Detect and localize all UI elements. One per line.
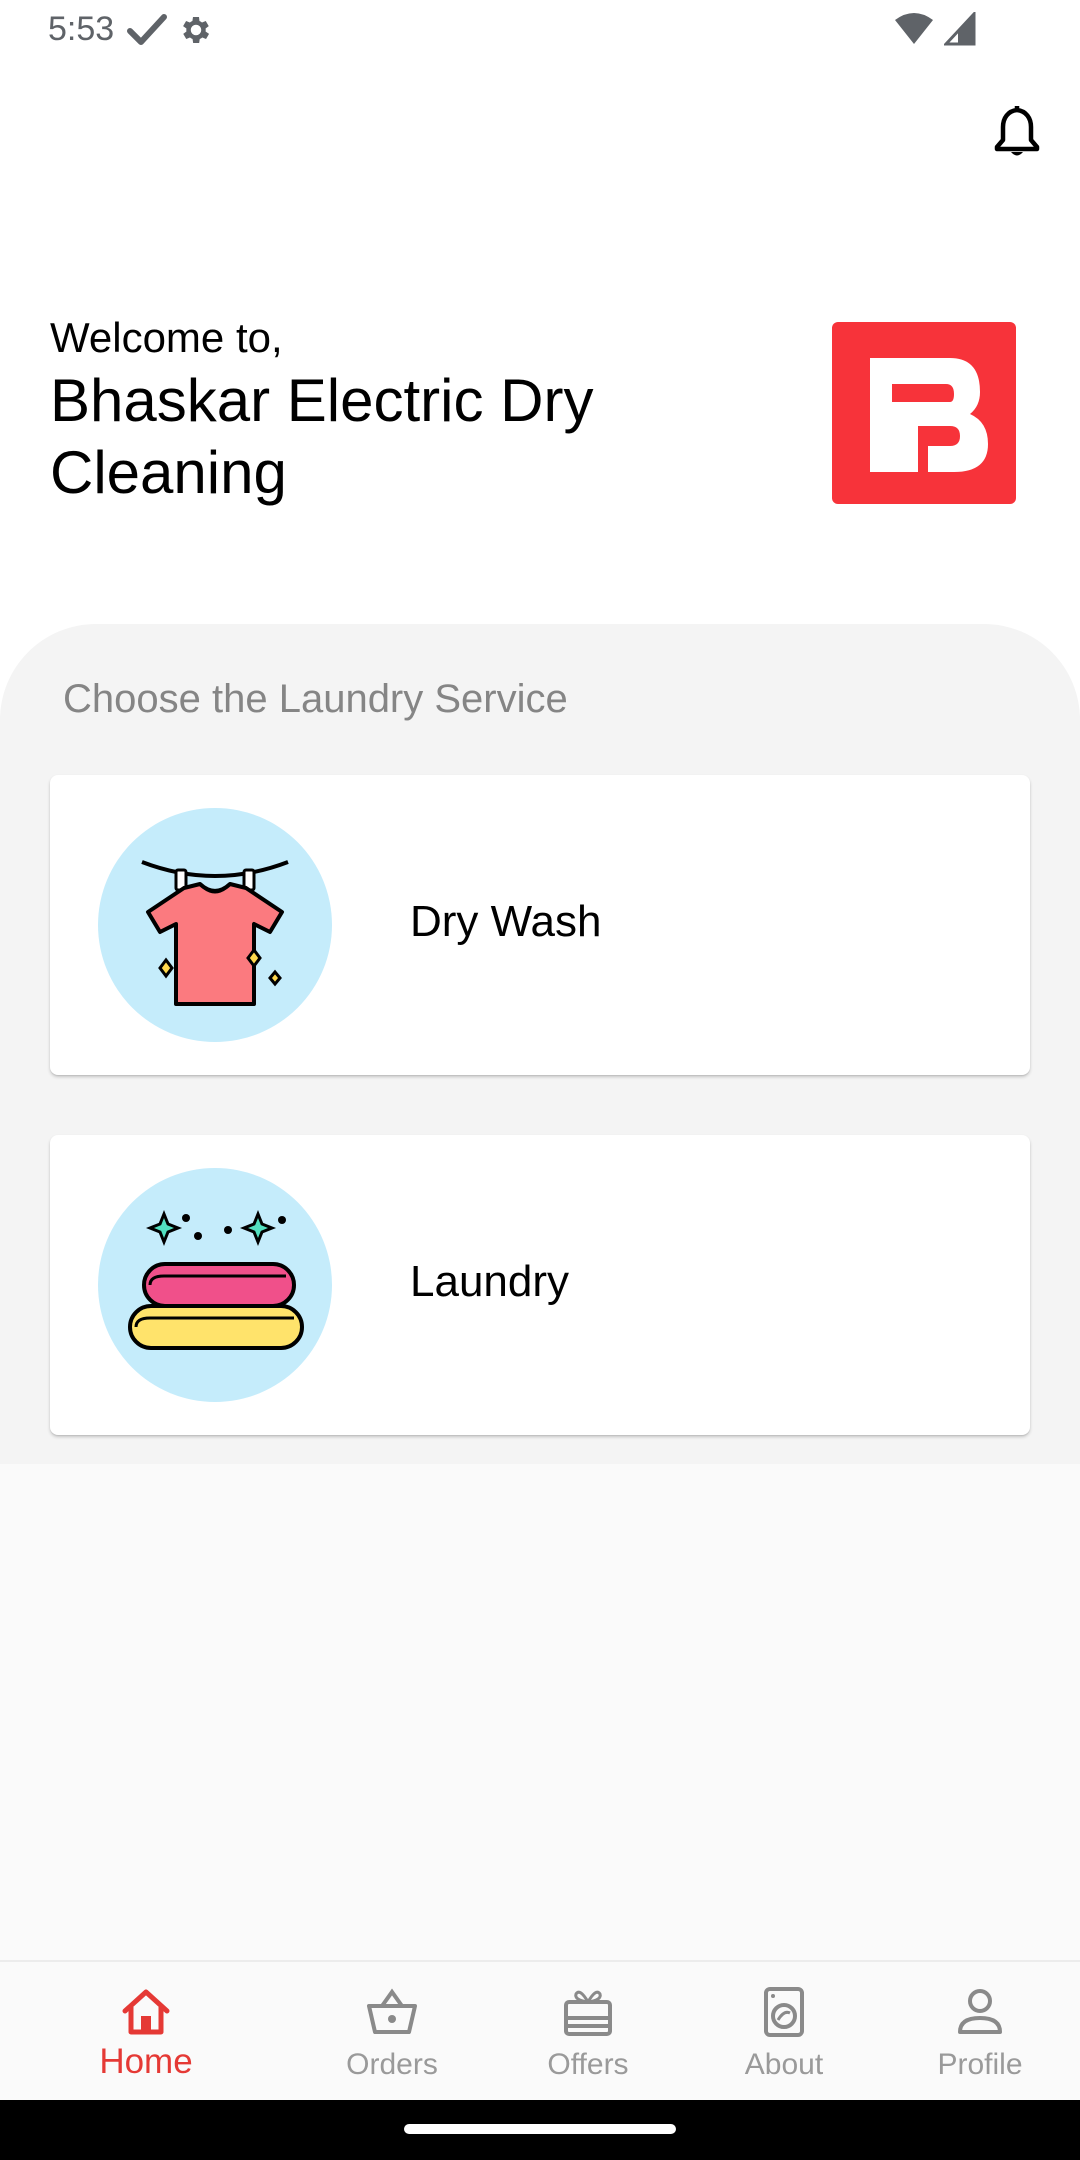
gift-card-icon: [564, 1990, 612, 2036]
status-bar: 5:53: [0, 0, 1080, 60]
basket-icon: [367, 1988, 417, 2034]
service-card-dry-wash[interactable]: Dry Wash: [50, 775, 1030, 1075]
nav-item-home[interactable]: Home: [46, 1962, 246, 2102]
service-heading: Choose the Laundry Service: [63, 677, 568, 721]
status-left-icons: [126, 12, 214, 48]
settings-gear-icon: [183, 16, 210, 44]
nav-label-offers: Offers: [547, 2048, 629, 2081]
service-label-laundry: Laundry: [410, 1257, 570, 1306]
status-time: 5:53: [48, 10, 115, 48]
shirt-on-line-icon: [98, 808, 332, 1042]
nav-item-profile[interactable]: Profile: [880, 1962, 1080, 2102]
bell-icon[interactable]: [992, 102, 1042, 158]
cellular-signal-icon: [944, 12, 976, 46]
nav-item-offers[interactable]: Offers: [488, 1962, 688, 2102]
nav-item-about[interactable]: About: [684, 1962, 884, 2102]
status-right-icons: [894, 12, 976, 46]
system-gesture-bar: [0, 2100, 1080, 2160]
service-label-dry-wash: Dry Wash: [410, 897, 602, 946]
brand-logo-icon: [832, 322, 1016, 504]
check-icon: [127, 14, 167, 45]
person-icon: [958, 1989, 1002, 2034]
nav-label-about: About: [744, 2048, 824, 2081]
home-icon: [122, 1989, 170, 2035]
washing-machine-icon: [764, 1987, 804, 2037]
nav-label-home: Home: [99, 2042, 193, 2081]
gesture-handle[interactable]: [404, 2124, 676, 2134]
wifi-icon: [895, 13, 933, 44]
welcome-text: Welcome to,: [50, 314, 283, 361]
service-card-laundry[interactable]: Laundry: [50, 1135, 1030, 1435]
nav-label-orders: Orders: [346, 2048, 438, 2081]
empty-content-area: [0, 1464, 1080, 1960]
business-name: Bhaskar Electric Dry Cleaning: [50, 367, 594, 506]
nav-item-orders[interactable]: Orders: [292, 1962, 492, 2102]
bottom-navigation: Home Orders Offers About Profile: [0, 1960, 1080, 2100]
nav-label-profile: Profile: [937, 2048, 1023, 2081]
folded-towels-icon: [98, 1168, 332, 1402]
